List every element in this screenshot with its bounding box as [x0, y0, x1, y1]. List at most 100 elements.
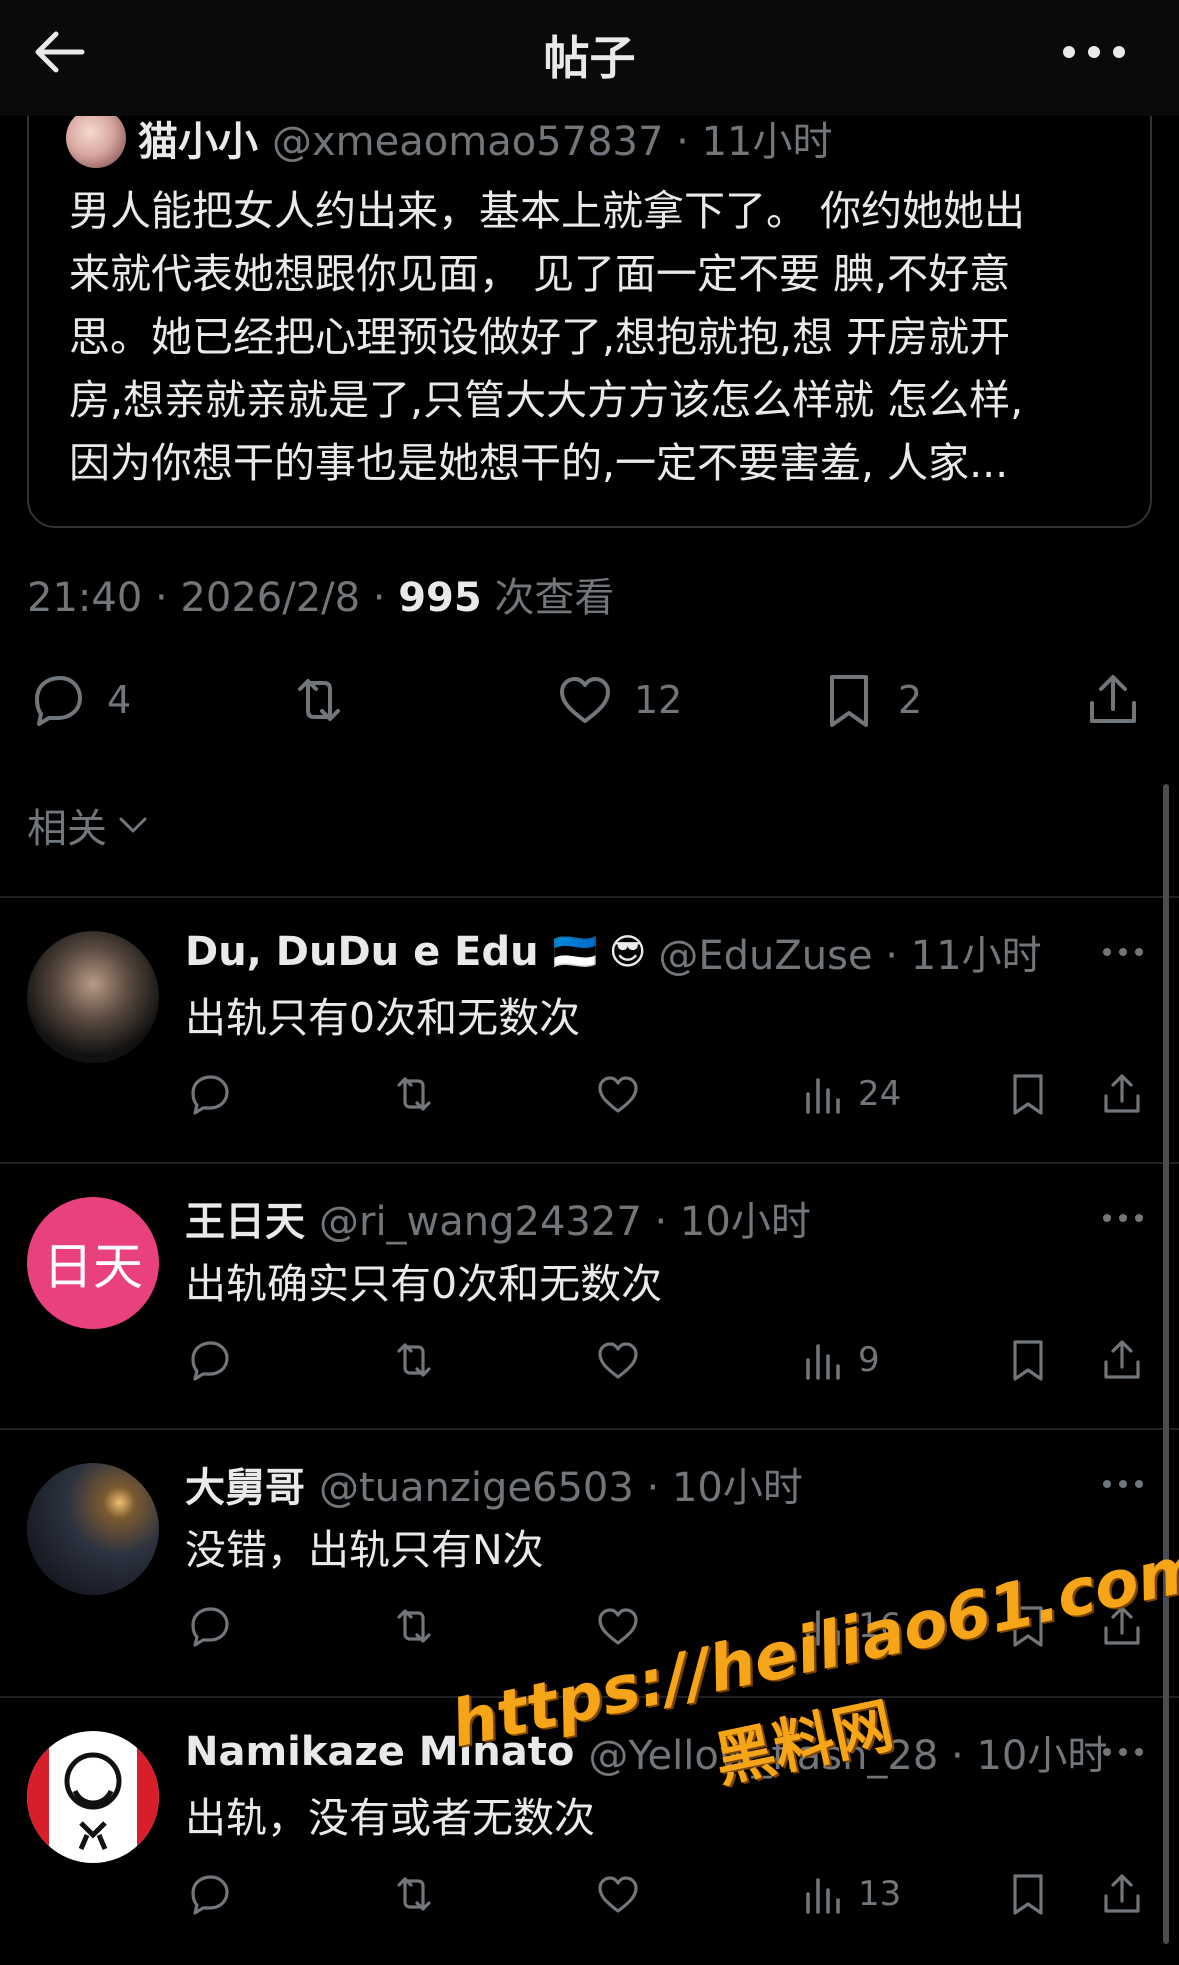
share-button[interactable]	[1082, 660, 1144, 740]
page-title: 帖子	[543, 31, 636, 85]
chevron-down-icon	[119, 817, 147, 833]
bookmark-button[interactable]: 2	[818, 660, 922, 740]
reply-action-bar: 9	[0, 1330, 1179, 1390]
repost-button[interactable]	[288, 660, 350, 740]
heart-icon	[598, 1342, 638, 1379]
like-button[interactable]	[594, 1596, 642, 1656]
quoted-post-card[interactable]: 猫小小 @xmeaomao57837 · 11小时 男人能把女人约出来，基本上就…	[27, 60, 1152, 528]
repost-button[interactable]	[390, 1864, 438, 1924]
reply-item[interactable]: Du, DuDu e Edu 🇪🇪 😎 @EduZuse · 11小时 出轨只有…	[0, 896, 1179, 1162]
reply-icon	[191, 1341, 229, 1381]
reply-header: Du, DuDu e Edu 🇪🇪 😎 @EduZuse · 11小时	[185, 924, 1042, 980]
reply-button[interactable]: 4	[27, 660, 131, 740]
reply-author-name[interactable]: 王日天	[185, 1189, 305, 1247]
repost-icon	[397, 1609, 431, 1643]
view-count[interactable]: 995	[398, 575, 482, 621]
repost-icon	[397, 1877, 431, 1911]
reply-button[interactable]	[186, 1864, 234, 1924]
share-button[interactable]	[1098, 1330, 1146, 1390]
views-button[interactable]: 9	[800, 1330, 880, 1390]
share-icon	[1090, 675, 1136, 723]
reply-icon	[191, 1875, 229, 1915]
text-line: 来就代表她想跟你见面， 见了面一定不要 腆,不好意	[69, 250, 1011, 298]
reply-count: 4	[107, 678, 132, 722]
bookmark-button[interactable]	[1004, 1330, 1052, 1390]
avatar[interactable]: 日天	[27, 1197, 159, 1329]
reply-icon	[191, 1075, 229, 1115]
repost-button[interactable]	[390, 1064, 438, 1124]
scrollbar[interactable]	[1163, 784, 1169, 1944]
bookmark-icon	[1013, 1874, 1043, 1915]
reply-button[interactable]	[186, 1596, 234, 1656]
post-timestamp: 21:40 · 2026/2/8 · 995 次查看	[27, 565, 614, 623]
share-icon	[1104, 1074, 1140, 1113]
related-label: 相关	[27, 806, 107, 852]
share-button[interactable]	[1098, 1064, 1146, 1124]
avatar[interactable]	[27, 1463, 159, 1595]
reply-author-name[interactable]: 大舅哥	[185, 1455, 305, 1513]
reply-text: 出轨只有0次和无数次	[185, 994, 581, 1042]
bookmark-icon	[830, 675, 868, 727]
more-options-icon[interactable]	[1099, 1198, 1147, 1238]
heart-icon	[598, 1876, 638, 1913]
text-line: 男人能把女人约出来，基本上就拿下了。 你约她她出	[69, 187, 1026, 235]
reply-button[interactable]	[186, 1064, 234, 1124]
repost-icon	[397, 1077, 431, 1111]
time-date: 21:40 · 2026/2/8 ·	[27, 575, 399, 621]
view-count: 24	[858, 1074, 902, 1114]
avatar[interactable]	[27, 931, 159, 1063]
reply-button[interactable]	[186, 1330, 234, 1390]
analytics-icon	[806, 1344, 840, 1380]
view-count: 13	[858, 1874, 902, 1914]
reply-action-bar: 13	[0, 1864, 1179, 1924]
views-button[interactable]: 24	[800, 1064, 901, 1124]
related-toggle[interactable]: 相关	[27, 796, 151, 854]
text-line: 房,想亲就亲就是了,只管大大方方该怎么样就 怎么样,	[69, 376, 1024, 424]
views-label: 次查看	[481, 575, 615, 621]
reply-author-handle: @EduZuse · 11小时	[658, 933, 1042, 979]
avatar-text: 日天	[43, 1238, 143, 1296]
like-button[interactable]	[594, 1330, 642, 1390]
reply-action-bar: 24	[0, 1064, 1179, 1124]
repost-icon	[397, 1343, 431, 1377]
post-action-bar: 4 12 2	[0, 660, 1179, 740]
reply-author-name[interactable]: Du, DuDu e Edu	[185, 929, 539, 975]
text-line: 因为你想干的事也是她想干的,一定不要害羞, 人家...	[69, 439, 1009, 487]
reply-header: 王日天 @ri_wang24327 · 10小时	[185, 1190, 811, 1246]
reply-item[interactable]: 日天 王日天 @ri_wang24327 · 10小时 出轨确实只有0次和无数次…	[0, 1162, 1179, 1428]
bookmark-button[interactable]	[1004, 1864, 1052, 1924]
bookmark-button[interactable]	[1004, 1064, 1052, 1124]
avatar[interactable]	[27, 1731, 159, 1863]
bookmark-count: 2	[898, 678, 923, 722]
share-icon	[1104, 1340, 1140, 1379]
repost-button[interactable]	[390, 1596, 438, 1656]
reply-text: 没错，出轨只有N次	[185, 1526, 544, 1574]
view-count: 9	[858, 1340, 880, 1380]
reply-text: 出轨确实只有0次和无数次	[185, 1260, 663, 1308]
like-button[interactable]: 12	[554, 660, 682, 740]
like-button[interactable]	[594, 1064, 642, 1124]
bookmark-icon	[1013, 1340, 1043, 1381]
heart-icon	[598, 1608, 638, 1645]
more-options-icon[interactable]	[1099, 1464, 1147, 1504]
top-bar: 帖子	[0, 0, 1179, 116]
views-button[interactable]: 13	[800, 1864, 901, 1924]
quoted-author-name[interactable]: 猫小小	[138, 109, 258, 167]
share-icon	[1104, 1874, 1140, 1913]
repost-icon	[298, 679, 340, 721]
more-options-icon[interactable]	[1099, 1732, 1147, 1772]
analytics-icon	[806, 1878, 840, 1914]
quoted-post-text: 男人能把女人约出来，基本上就拿下了。 你约她她出 来就代表她想跟你见面， 见了面…	[69, 180, 1129, 495]
more-options-icon[interactable]	[1099, 932, 1147, 972]
like-button[interactable]	[594, 1864, 642, 1924]
reply-header: 大舅哥 @tuanzige6503 · 10小时	[185, 1456, 803, 1512]
heart-icon	[560, 677, 610, 723]
repost-button[interactable]	[390, 1330, 438, 1390]
reply-icon	[35, 676, 82, 726]
more-options-icon[interactable]	[1059, 26, 1129, 78]
reply-icon	[191, 1607, 229, 1647]
quoted-post-header: 猫小小 @xmeaomao57837 · 11小时	[66, 108, 832, 168]
share-button[interactable]	[1098, 1864, 1146, 1924]
avatar[interactable]	[66, 108, 126, 168]
like-count: 12	[634, 678, 683, 722]
